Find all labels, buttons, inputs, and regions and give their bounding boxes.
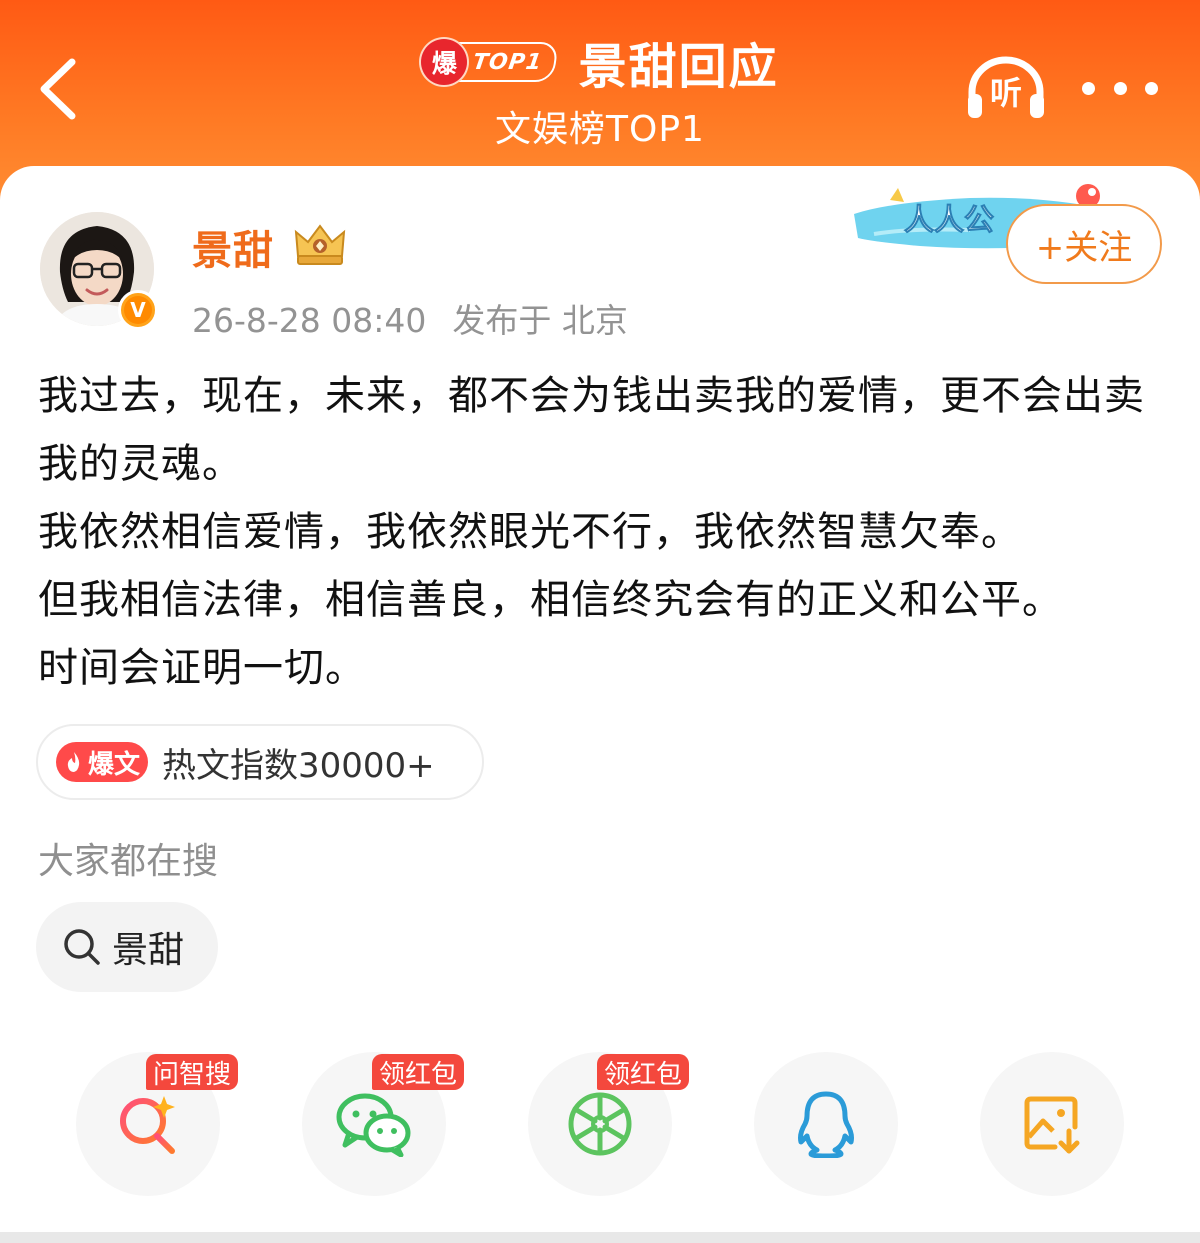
post-line: 但我相信法律，相信善良，相信终究会有的正义和公平。 — [38, 577, 1063, 623]
qq-share-button[interactable] — [754, 1052, 898, 1196]
post-content: 我过去，现在，未来，都不会为钱出卖我的爱情，更不会出卖我的灵魂。 我依然相信爱情… — [38, 362, 1168, 702]
viral-tag-label: 爆文 — [88, 749, 141, 780]
search-icon — [64, 929, 100, 965]
listen-label: 听 — [989, 74, 1022, 112]
page-title: 景甜回应 — [578, 39, 779, 95]
more-dots-icon — [1113, 81, 1127, 95]
moments-icon — [568, 1092, 632, 1156]
post-line: 我依然相信爱情，我依然眼光不行，我依然智慧欠奉。 — [38, 509, 1022, 555]
post-location: 发布于 北京 — [452, 301, 628, 340]
save-image-icon — [1024, 1096, 1080, 1154]
more-options-button[interactable] — [1082, 70, 1158, 106]
qq-icon — [798, 1091, 854, 1158]
top-rank-badge: 爆 TOP1 — [421, 39, 560, 85]
listen-button[interactable]: 听 — [964, 56, 1052, 122]
search-chip[interactable]: 景甜 — [36, 902, 218, 992]
campaign-banner-text: 人人公 — [904, 203, 994, 238]
follow-button[interactable]: +关注 — [1006, 204, 1162, 284]
hot-index-pill[interactable]: 爆文 热文指数30000+ — [36, 724, 484, 800]
save-image-button[interactable] — [980, 1052, 1124, 1196]
post-meta: 26-8-28 08:40 发布于 北京 — [192, 294, 628, 342]
post-timestamp: 26-8-28 08:40 — [192, 301, 427, 340]
ai-search-tag: 问智搜 — [146, 1054, 239, 1090]
flame-icon — [67, 752, 80, 772]
more-dots-icon — [1082, 81, 1095, 95]
verified-badge: V — [118, 290, 158, 330]
wechat-icon — [336, 1093, 411, 1157]
viral-tag: 爆文 — [56, 742, 149, 782]
search-chip-label: 景甜 — [112, 930, 185, 971]
wechat-red-packet-tag: 领红包 — [372, 1054, 465, 1090]
trending-search-title: 大家都在搜 — [38, 841, 219, 882]
hot-index-text: 热文指数30000+ — [162, 745, 435, 786]
post-line: 我过去，现在，未来，都不会为钱出卖我的爱情，更不会出卖我的灵魂。 — [38, 373, 1145, 487]
author-name[interactable]: 景甜 — [192, 218, 274, 276]
verified-v-icon: V — [124, 296, 152, 324]
crown-icon — [294, 224, 346, 265]
ai-search-icon — [120, 1096, 175, 1154]
more-dots-icon — [1145, 81, 1158, 95]
bottom-divider — [0, 1232, 1200, 1243]
post-line: 时间会证明一切。 — [38, 645, 366, 691]
moments-red-packet-tag: 领红包 — [597, 1054, 690, 1090]
